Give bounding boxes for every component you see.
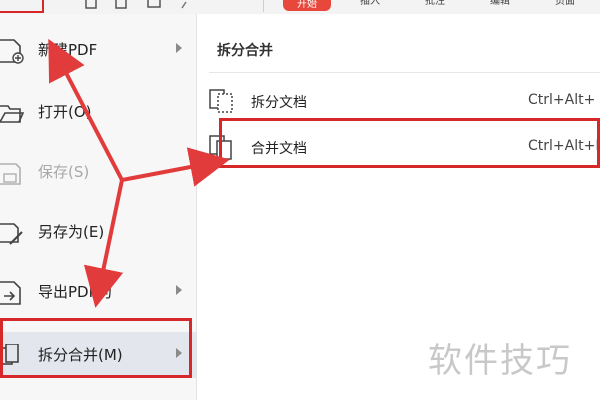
menu-item-open[interactable]: 打开(O) [0,92,196,132]
menu-item-label: 保存(S) [38,163,90,181]
menu-item-label: 导出PDF为 [38,283,113,301]
shortcut-text: Ctrl+Alt+I [528,138,600,154]
top-toolbar: 开始 插入 批注 编辑 页面 [0,0,600,15]
menu-item-save[interactable]: 保存(S) [0,152,196,192]
chevron-right-icon [176,43,182,53]
submenu-item-label: 拆分文档 [251,95,307,111]
tab-edit[interactable]: 编辑 [485,0,515,8]
submenu-title: 拆分合并 [217,43,273,59]
new-file-icon[interactable] [84,0,98,10]
submenu-item-merge-doc[interactable]: 合并文档 Ctrl+Alt+I [197,126,600,166]
split-merge-icon [0,344,19,365]
file-menu-tab[interactable] [0,0,44,13]
tab-page[interactable]: 页面 [550,0,580,8]
shortcut-text: Ctrl+Alt+ [528,92,596,108]
tab-insert[interactable]: 插入 [355,0,385,8]
file-menu: 新建PDF 打开(O) 保存(S) 另存为(E) 导出PDF为 拆分合并(M) [0,14,197,400]
menu-item-label: 拆分合并(M) [38,346,123,364]
print-icon[interactable] [145,0,163,10]
menu-item-new-pdf[interactable]: 新建PDF [0,30,196,70]
menu-item-label: 新建PDF [38,41,98,59]
watermark: 软件技巧 [428,341,572,381]
tab-annotate[interactable]: 批注 [420,0,450,8]
menu-item-split-merge[interactable]: 拆分合并(M) [0,332,196,378]
open-file-icon[interactable] [114,0,128,10]
split-doc-icon [209,89,233,113]
folder-open-icon [0,105,24,123]
menu-item-save-as[interactable]: 另存为(E) [0,212,196,252]
merge-doc-icon [209,135,232,160]
submenu-divider [209,72,600,73]
save-as-icon [0,223,23,245]
toolbar-separator [263,0,264,12]
menu-item-label: 另存为(E) [38,223,105,241]
chevron-right-icon [176,348,182,358]
submenu-item-split-doc[interactable]: 拆分文档 Ctrl+Alt+ [197,80,600,120]
chevron-right-icon [176,285,182,295]
undo-icon[interactable] [180,0,192,10]
menu-item-label: 打开(O) [38,103,92,121]
new-pdf-icon [0,39,24,64]
menu-item-export-pdf[interactable]: 导出PDF为 [0,272,196,312]
export-icon [0,281,21,305]
submenu-item-label: 合并文档 [251,141,307,157]
save-icon [0,163,21,185]
tab-start[interactable]: 开始 [283,0,331,11]
